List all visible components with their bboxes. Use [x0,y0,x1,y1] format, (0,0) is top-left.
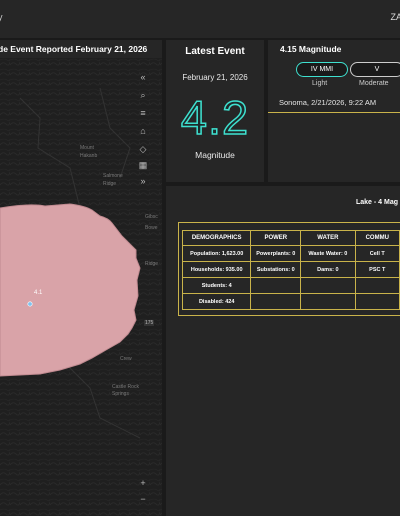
table-cell: Cell T [354,245,400,262]
layers-icon[interactable]: ◇ [136,142,150,156]
column-header: POWER [250,230,302,246]
app-title: y [0,12,3,22]
place-label: Ridge [145,261,159,267]
place-label: Hakanb [80,153,98,159]
app-header: y ZA [0,0,400,38]
map-panel: de Event Reported February 21, 2026 4.1 … [0,40,162,516]
table-cell: Households: 935.00 [181,261,252,278]
table-cell: Population: 1,623.00 [181,245,252,262]
place-label: Bowe [145,225,158,231]
column-header: DEMOGRAPHICS [181,230,252,246]
user-initials[interactable]: ZA [390,12,400,22]
table-header-row: DEMOGRAPHICS POWER WATER COMMU [181,230,400,246]
basemap-icon[interactable]: ▦ [136,158,150,172]
home-icon[interactable]: ⌂ [136,124,150,138]
mmi-iv-pill[interactable]: IV MMI [296,62,348,77]
latest-event-magnitude: 4.2 [180,90,250,145]
place-label: Crew [120,356,132,362]
magnitude-panel: 4.15 Magnitude IV MMI V Light Moderate S… [268,40,400,182]
magnitude-heading: 4.15 Magnitude [280,44,342,54]
table-cell: Students: 4 [181,277,252,294]
highway-shield: 175 [144,320,155,326]
place-label: Springs [112,391,129,397]
table-cell: Disabled: 424 [181,293,252,310]
collapse-icon[interactable]: « [136,70,150,84]
event-location: Sonoma, 2/21/2026, 9:22 AM [279,98,377,107]
latest-event-date: February 21, 2026 [182,73,248,82]
table-cell [300,277,356,294]
column-header: COMMU [354,230,400,246]
table-cell [354,293,400,310]
map-title: de Event Reported February 21, 2026 [0,44,148,54]
impact-title: Lake - 4 Mag [356,199,399,206]
list-icon[interactable]: ≡ [136,106,150,120]
divider [268,112,400,113]
table-cell [354,277,400,294]
expand-icon[interactable]: » [136,174,150,188]
latest-event-card: Latest Event February 21, 2026 4.2 Magni… [166,40,264,182]
map-panel-header: de Event Reported February 21, 2026 [0,40,162,58]
zoom-in-button[interactable]: + [136,476,150,490]
search-icon[interactable]: ⌕ [136,88,150,102]
mmi-iv-label: Light [312,80,328,87]
epicenter-label: 4.1 [34,290,43,296]
place-label: Mount [80,145,94,151]
place-label: Castle Rock [112,384,139,390]
impact-panel: Lake - 4 Mag DEMOGRAPHICS POWER WATER CO… [166,186,400,516]
table-cell: PSC T [354,261,400,278]
table-row: Households: 935.00 Substations: 0 Dams: … [181,261,400,278]
zoom-out-button[interactable]: − [136,492,150,506]
place-label: Salmone [103,173,123,179]
map-view[interactable]: 4.1 Mount Hakanb Salmone Ridge Gibsc Rid… [0,58,162,516]
epicenter-marker[interactable] [27,301,33,307]
place-label: Ridge [103,181,117,187]
table-row: Disabled: 424 [181,293,400,310]
mmi-v-pill[interactable]: V [350,62,400,77]
table-row: Population: 1,623.00 Powerplants: 0 Wast… [181,245,400,262]
column-header: WATER [300,230,356,246]
table-cell [300,293,356,310]
table-cell: Dams: 0 [300,261,356,278]
table-cell [250,293,302,310]
mmi-v-label: Moderate [359,80,389,87]
magnitude-caption: Magnitude [195,150,235,160]
table-cell: Powerplants: 0 [250,245,302,262]
impact-table: DEMOGRAPHICS POWER WATER COMMU Populatio… [181,230,400,310]
place-label: Gibsc [145,214,158,220]
table-cell [250,277,302,294]
table-row: Students: 4 [181,277,400,294]
table-cell: Substations: 0 [250,261,302,278]
table-cell: Waste Water: 0 [300,245,356,262]
latest-event-heading: Latest Event [185,46,245,57]
